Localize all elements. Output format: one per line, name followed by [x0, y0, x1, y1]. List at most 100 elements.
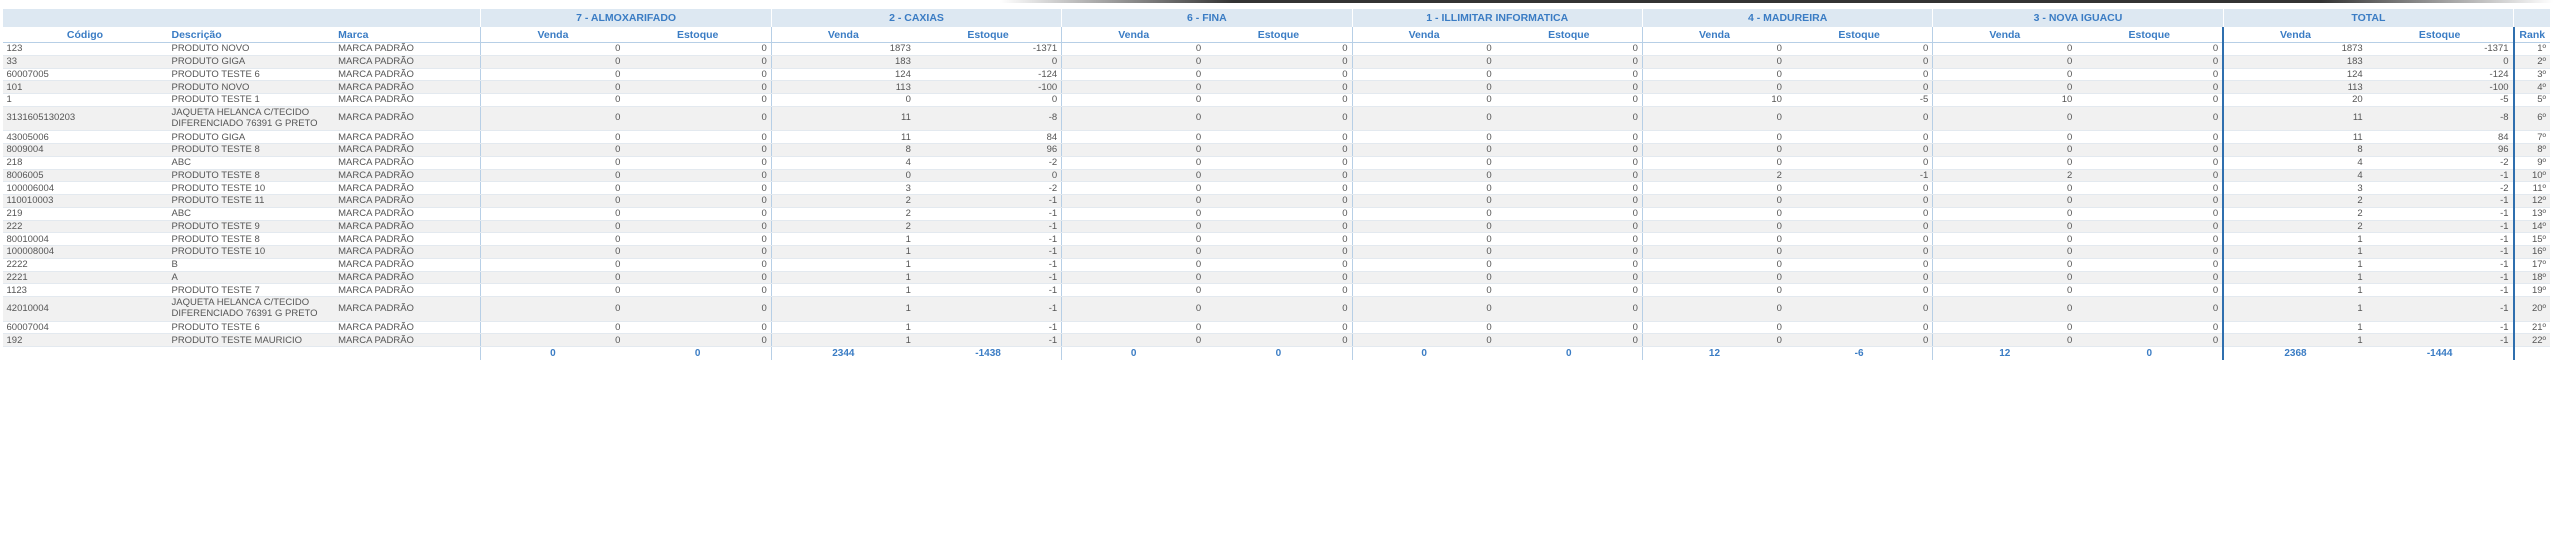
cell-descricao: PRODUTO TESTE 8 — [167, 232, 335, 246]
table-row[interactable]: 2221 A MARCA PADRÃO 0 0 1 -1 0 0 0 0 0 0 0 0 1 -1 18º — [2, 271, 2550, 285]
cell-estoque: 0 — [1785, 207, 1933, 221]
cell-codigo: 101 — [2, 80, 168, 94]
cell-estoque: 0 — [624, 80, 772, 94]
cell-estoque: -1 — [914, 283, 1062, 297]
column-header-venda-total[interactable]: Venda — [2222, 27, 2367, 43]
table-row[interactable]: 218 ABC MARCA PADRÃO 0 0 4 -2 0 0 0 0 0 0 0 0 4 -2 9º — [2, 156, 2550, 170]
cell-venda-total: 1 — [2222, 333, 2367, 347]
cell-rank: 5º — [2512, 93, 2550, 107]
cell-estoque: 0 — [914, 93, 1062, 107]
cell-venda: 0 — [1932, 245, 2077, 259]
table-row[interactable]: 8006005 PRODUTO TESTE 8 MARCA PADRÃO 0 0 0 0 0 0… — [2, 169, 2550, 183]
cell-venda: 0 — [1641, 106, 1786, 132]
cell-estoque: 0 — [1205, 194, 1353, 208]
cell-estoque: 0 — [624, 106, 772, 132]
cell-venda: 0 — [1932, 55, 2077, 69]
cell-estoque: 96 — [914, 143, 1062, 157]
column-header-estoque[interactable]: Estoque — [1205, 27, 1353, 43]
column-header-marca[interactable]: Marca — [334, 27, 481, 43]
cell-venda: 2 — [770, 220, 915, 234]
column-header-rank[interactable]: Rank — [2512, 27, 2550, 43]
table-row[interactable]: 8009004 PRODUTO TESTE 8 MARCA PADRÃO 0 0 8 96 0… — [2, 143, 2550, 157]
cell-estoque: 0 — [2076, 258, 2224, 272]
cell-venda: 0 — [1932, 194, 2077, 208]
column-header-estoque[interactable]: Estoque — [1495, 27, 1643, 43]
table-row[interactable]: 1123 PRODUTO TESTE 7 MARCA PADRÃO 0 0 1 -1 0 0 0 0… — [2, 283, 2550, 297]
table-row[interactable]: 42010004 JAQUETA HELANCA C/TECIDO DIFEREN… — [2, 296, 2550, 322]
cell-rank: 15º — [2512, 232, 2550, 246]
cell-codigo: 1 — [2, 93, 168, 107]
cell-estoque: 0 — [1205, 93, 1353, 107]
cell-rank: 13º — [2512, 207, 2550, 221]
cell-rank: 16º — [2512, 245, 2550, 259]
column-header-descricao[interactable]: Descrição — [167, 27, 335, 43]
cell-estoque: 0 — [1785, 194, 1933, 208]
cell-estoque: 0 — [1785, 321, 1933, 335]
table-row[interactable]: 222 PRODUTO TESTE 9 MARCA PADRÃO 0 0 2 -1 0 0 0 0 0… — [2, 220, 2550, 234]
column-header-estoque[interactable]: Estoque — [624, 27, 772, 43]
table-row[interactable]: 33 PRODUTO GIGA MARCA PADRÃO 0 0 183 0 0 0 0 0 0 0 0 0… — [2, 55, 2550, 69]
cell-marca: MARCA PADRÃO — [334, 42, 481, 56]
cell-venda: 0 — [1932, 258, 2077, 272]
table-row[interactable]: 100008004 PRODUTO TESTE 10 MARCA PADRÃO 0 0 1… — [2, 245, 2550, 259]
cell-descricao: PRODUTO TESTE MAURICIO — [167, 333, 335, 347]
table-row[interactable]: 110010003 PRODUTO TESTE 11 MARCA PADRÃO 0 0 2… — [2, 194, 2550, 208]
cell-estoque: 0 — [1205, 207, 1353, 221]
table-row[interactable]: 60007004 PRODUTO TESTE 6 MARCA PADRÃO 0 0 1 -1… — [2, 321, 2550, 335]
cell-venda: 4 — [770, 156, 915, 170]
cell-venda-total: 1873 — [2222, 42, 2367, 56]
cell-estoque: 0 — [1495, 93, 1643, 107]
table-row[interactable]: 43005006 PRODUTO GIGA MARCA PADRÃO 0 0 11 84 0 0… — [2, 130, 2550, 144]
top-bar — [0, 0, 2553, 6]
table-row[interactable]: 3131605130203 JAQUETA HELANCA C/TECIDO DI… — [2, 106, 2550, 132]
cell-venda: 0 — [480, 106, 625, 132]
cell-descricao: PRODUTO NOVO — [167, 80, 335, 94]
cell-marca: MARCA PADRÃO — [334, 68, 481, 82]
cell-rank: 14º — [2512, 220, 2550, 234]
cell-marca: MARCA PADRÃO — [334, 271, 481, 285]
column-header-venda[interactable]: Venda — [1641, 27, 1786, 43]
table-row[interactable]: 101 PRODUTO NOVO MARCA PADRÃO 0 0 113 -100 0 0 0 0… — [2, 80, 2550, 94]
column-header-venda[interactable]: Venda — [1351, 27, 1496, 43]
cell-venda: 0 — [1641, 232, 1786, 246]
cell-estoque: 0 — [2076, 232, 2224, 246]
cell-estoque: -1 — [914, 271, 1062, 285]
cell-estoque: 0 — [1205, 296, 1353, 322]
table-row[interactable]: 1 PRODUTO TESTE 1 MARCA PADRÃO 0 0 0 0 0 0 0 0 10 -5… — [2, 93, 2550, 107]
column-header-estoque[interactable]: Estoque — [1785, 27, 1933, 43]
cell-venda: 1 — [770, 271, 915, 285]
column-header-estoque[interactable]: Estoque — [914, 27, 1062, 43]
cell-venda: 183 — [770, 55, 915, 69]
group-header-store: 7 - ALMOXARIFADO — [480, 9, 772, 27]
totals-row: 0 0 2344 -1438 0 0 0 0 12 -6 12 0 2368 -1444 — [2, 346, 2550, 360]
column-header-estoque-total[interactable]: Estoque — [2366, 27, 2514, 43]
table-row[interactable]: 60007005 PRODUTO TESTE 6 MARCA PADRÃO 0 0 124… — [2, 68, 2550, 82]
cell-rank: 19º — [2512, 283, 2550, 297]
cell-estoque: 0 — [2076, 55, 2224, 69]
cell-venda-total: 8 — [2222, 143, 2367, 157]
cell-estoque: 0 — [2076, 130, 2224, 144]
table-row[interactable]: 80010004 PRODUTO TESTE 8 MARCA PADRÃO 0 0 1 -1… — [2, 232, 2550, 246]
table-row[interactable]: 2222 B MARCA PADRÃO 0 0 1 -1 0 0 0 0 0 0 0 0 1 -1 17º — [2, 258, 2550, 272]
cell-estoque: 0 — [1785, 68, 1933, 82]
column-header-venda[interactable]: Venda — [480, 27, 625, 43]
cell-venda: 0 — [480, 42, 625, 56]
cell-rank: 12º — [2512, 194, 2550, 208]
total-venda-grand: 2368 — [2222, 346, 2367, 360]
column-header-estoque[interactable]: Estoque — [2076, 27, 2224, 43]
table-row[interactable]: 100006004 PRODUTO TESTE 10 MARCA PADRÃO 0 0 3… — [2, 181, 2550, 195]
table-row[interactable]: 219 ABC MARCA PADRÃO 0 0 2 -1 0 0 0 0 0 0 0 0 2 -1 13º — [2, 207, 2550, 221]
cell-venda: 0 — [1061, 156, 1206, 170]
column-header-codigo[interactable]: Código — [2, 27, 168, 43]
cell-venda: 0 — [1351, 80, 1496, 94]
column-header-venda[interactable]: Venda — [1061, 27, 1206, 43]
cell-estoque: -1 — [914, 296, 1062, 322]
column-header-venda[interactable]: Venda — [770, 27, 915, 43]
table-row[interactable]: 192 PRODUTO TESTE MAURICIO MARCA PADRÃO 0 0 1… — [2, 333, 2550, 347]
cell-venda: 0 — [1351, 207, 1496, 221]
cell-marca: MARCA PADRÃO — [334, 156, 481, 170]
column-header-venda[interactable]: Venda — [1932, 27, 2077, 43]
table-row[interactable]: 123 PRODUTO NOVO MARCA PADRÃO 0 0 1873 -1371 0 0… — [2, 42, 2550, 56]
cell-estoque: 0 — [624, 169, 772, 183]
cell-estoque: 0 — [1205, 333, 1353, 347]
